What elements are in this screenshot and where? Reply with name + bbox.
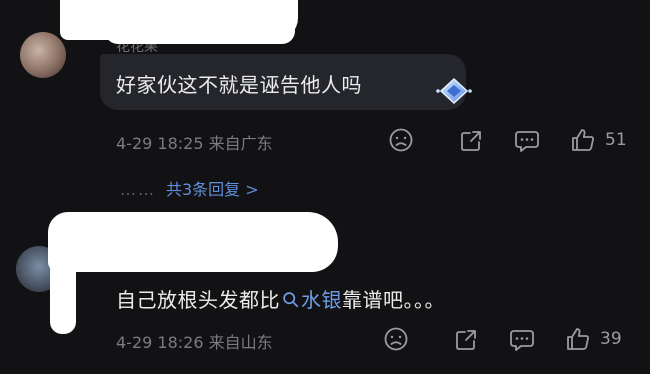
search-keyword-link[interactable]: 水银 [280, 288, 342, 312]
comment-icon[interactable] [513, 128, 541, 154]
comment-text: 自己放根头发都比 水银靠谱吧。。。 [116, 284, 445, 313]
dislike-face-icon[interactable] [383, 326, 409, 352]
like-thumb-icon[interactable] [564, 325, 592, 353]
comment-time: 18:25 [157, 134, 204, 153]
comment-text: 好家伙这不就是诬告他人吗 [116, 73, 362, 97]
like-count: 39 [600, 329, 622, 349]
view-replies-link[interactable]: …… 共3条回复 > [120, 176, 259, 200]
like-thumb-icon[interactable] [569, 126, 597, 154]
search-icon [283, 292, 299, 308]
comment-date: 4-29 [116, 134, 153, 153]
comment-meta: 4-29 18:25 来自广东 [116, 130, 273, 154]
share-icon[interactable] [458, 128, 484, 154]
comment-time: 18:26 [157, 333, 204, 352]
redaction-scribble [105, 18, 295, 44]
search-keyword-text: 水银 [301, 288, 342, 312]
dislike-face-icon[interactable] [388, 127, 414, 153]
comment-date: 4-29 [116, 333, 153, 352]
comment-icon[interactable] [508, 327, 536, 353]
like-count: 51 [605, 130, 627, 150]
comment-text-part: 靠谱吧。。。 [342, 288, 445, 312]
replies-label: 共3条回复 > [166, 180, 259, 199]
redaction-scribble [48, 212, 338, 272]
comment-meta: 4-29 18:26 来自山东 [116, 329, 273, 353]
avatar[interactable] [20, 32, 66, 78]
share-icon[interactable] [453, 327, 479, 353]
comment-location: 来自广东 [208, 134, 273, 153]
comment-text-part: 自己放根头发都比 [116, 288, 280, 312]
redaction-scribble [50, 258, 76, 334]
comment-location: 来自山东 [208, 333, 273, 352]
replies-dots: …… [120, 180, 156, 199]
diamond-badge-icon [436, 77, 472, 105]
